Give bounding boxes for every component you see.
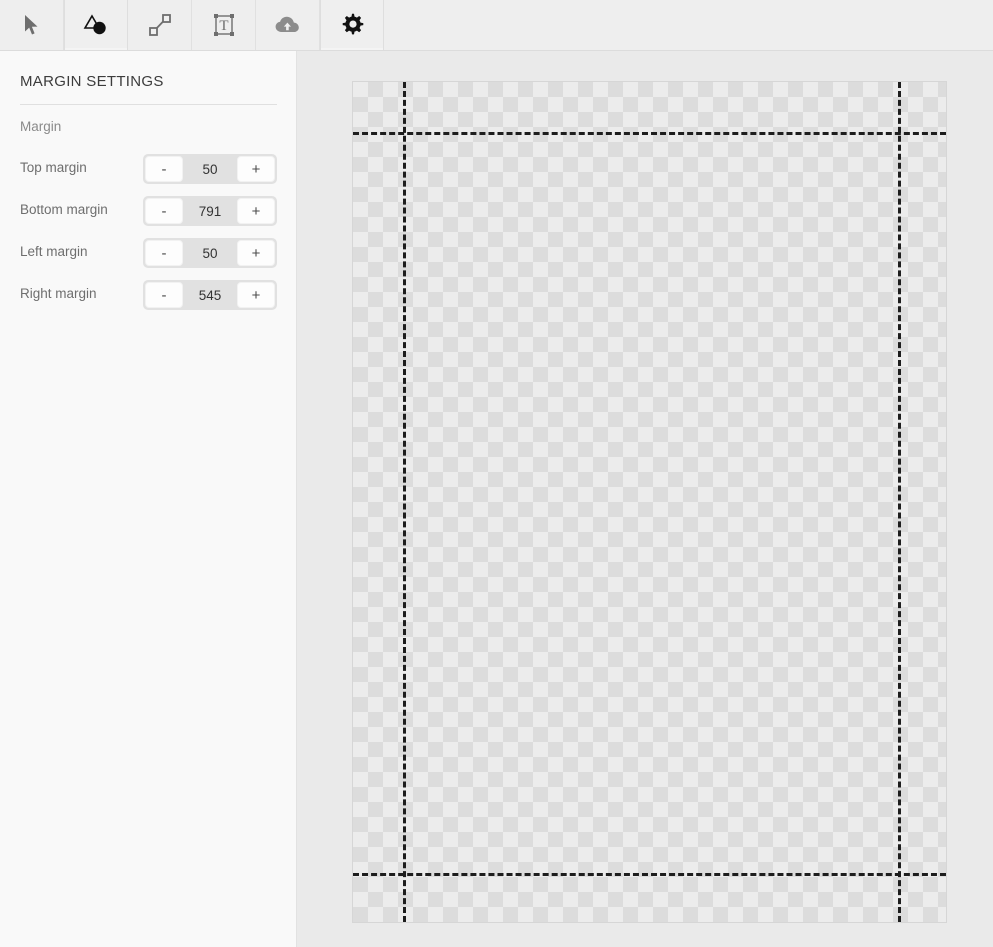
right-margin-increment-button[interactable]: + <box>237 282 275 308</box>
line-path-icon <box>148 13 172 37</box>
left-margin-decrement-button[interactable]: - <box>145 240 183 266</box>
label-right-margin: Right margin <box>20 286 97 301</box>
bottom-margin-increment-button[interactable]: + <box>237 198 275 224</box>
document-page[interactable] <box>352 81 947 923</box>
field-row-bottom-margin: Bottom margin - 791 + <box>0 196 297 226</box>
tool-button-settings[interactable] <box>320 0 384 50</box>
tool-button-text[interactable]: T <box>192 0 256 50</box>
right-margin-decrement-button[interactable]: - <box>145 282 183 308</box>
svg-text:T: T <box>219 18 228 34</box>
tool-button-shapes[interactable] <box>64 0 128 50</box>
right-margin-value[interactable]: 545 <box>185 288 235 303</box>
tool-button-select[interactable] <box>0 0 64 50</box>
label-top-margin: Top margin <box>20 160 87 175</box>
toolbar-empty-area <box>384 0 993 50</box>
top-margin-value[interactable]: 50 <box>185 162 235 177</box>
margin-settings-panel: MARGIN SETTINGS Margin Top margin - 50 +… <box>0 51 297 947</box>
left-margin-value[interactable]: 50 <box>185 246 235 261</box>
app-root: T <box>0 0 993 947</box>
field-row-left-margin: Left margin - 50 + <box>0 238 297 268</box>
panel-title: MARGIN SETTINGS <box>20 73 164 90</box>
margin-guide-bottom <box>353 873 946 876</box>
top-margin-increment-button[interactable]: + <box>237 156 275 182</box>
tool-button-path[interactable] <box>128 0 192 50</box>
field-row-right-margin: Right margin - 545 + <box>0 280 297 310</box>
canvas-area[interactable] <box>298 51 993 947</box>
left-margin-increment-button[interactable]: + <box>237 240 275 266</box>
text-box-icon: T <box>212 13 236 37</box>
panel-divider <box>20 104 277 105</box>
margin-guide-top <box>353 132 946 135</box>
label-bottom-margin: Bottom margin <box>20 202 108 217</box>
stepper-right-margin: - 545 + <box>143 280 277 310</box>
top-margin-decrement-button[interactable]: - <box>145 156 183 182</box>
gear-icon <box>340 13 364 37</box>
margin-group-label: Margin <box>20 119 61 134</box>
margin-guide-right <box>898 82 901 922</box>
field-row-top-margin: Top margin - 50 + <box>0 154 297 184</box>
cursor-arrow-icon <box>22 14 42 36</box>
stepper-left-margin: - 50 + <box>143 238 277 268</box>
main-toolbar: T <box>0 0 993 51</box>
stepper-top-margin: - 50 + <box>143 154 277 184</box>
tool-button-upload[interactable] <box>256 0 320 50</box>
bottom-margin-decrement-button[interactable]: - <box>145 198 183 224</box>
bottom-margin-value[interactable]: 791 <box>185 204 235 219</box>
shapes-icon <box>83 13 109 37</box>
label-left-margin: Left margin <box>20 244 88 259</box>
margin-guide-left <box>403 82 406 922</box>
stepper-bottom-margin: - 791 + <box>143 196 277 226</box>
cloud-upload-icon <box>275 15 301 35</box>
